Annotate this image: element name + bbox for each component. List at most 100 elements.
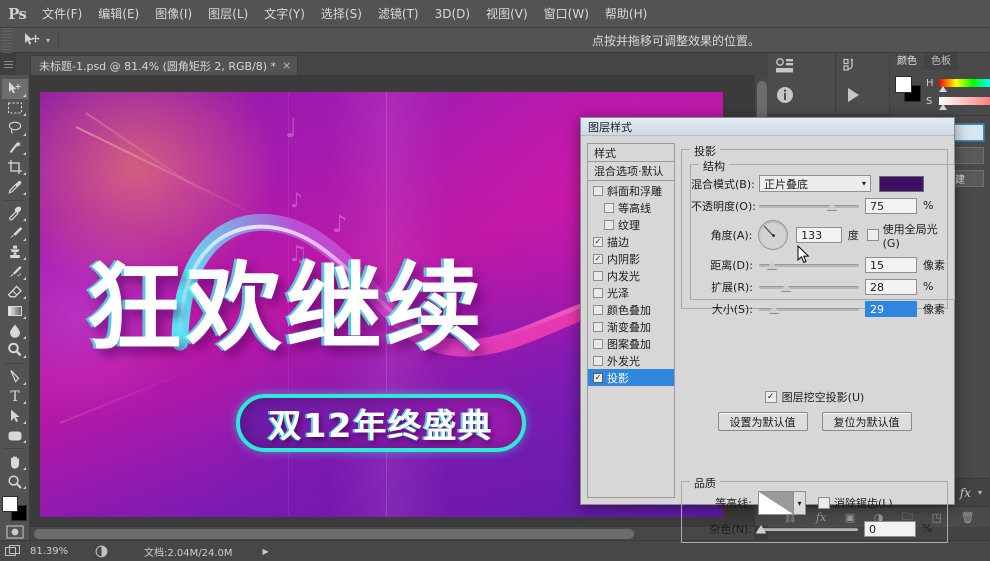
style-drop-shadow[interactable]: ✓ 投影: [588, 369, 674, 386]
opacity-slider-thumb[interactable]: [827, 201, 837, 210]
proof-icon[interactable]: [88, 545, 114, 558]
checkbox[interactable]: ✓: [593, 236, 603, 247]
brush-tool[interactable]: [2, 223, 28, 243]
checkbox[interactable]: [593, 355, 603, 366]
color-panel-foreground-swatch[interactable]: [895, 76, 912, 93]
clone-stamp-tool[interactable]: [2, 243, 28, 263]
menu-layer[interactable]: 图层(L): [200, 0, 256, 28]
layer-style-dialog[interactable]: 图层样式 样式 混合选项·默认 斜面和浮雕 等高线 纹理 ✓ 描边 ✓ 内阴影 内发…: [580, 117, 955, 543]
checkbox[interactable]: [593, 321, 603, 332]
opacity-input[interactable]: 75: [865, 197, 917, 214]
reset-default-button[interactable]: 复位为默认值: [821, 412, 912, 431]
contour-picker[interactable]: ▾: [758, 491, 806, 515]
close-icon[interactable]: ×: [282, 59, 291, 72]
dodge-tool[interactable]: [2, 341, 28, 361]
checkbox[interactable]: [593, 338, 603, 349]
checkbox[interactable]: [593, 185, 603, 196]
type-tool[interactable]: T: [2, 387, 28, 407]
move-tool[interactable]: [1, 79, 28, 99]
screen-mode-icon[interactable]: [0, 544, 26, 558]
checkbox[interactable]: ✓: [593, 253, 603, 264]
checkbox[interactable]: ✓: [593, 372, 603, 383]
gradient-tool[interactable]: [2, 301, 28, 321]
artwork-pill-shape[interactable]: 双12年终盛典: [236, 394, 526, 452]
shadow-color-swatch[interactable]: [879, 175, 924, 192]
saturation-slider-thumb[interactable]: [939, 104, 947, 110]
eyedropper-tool[interactable]: [2, 177, 28, 197]
contour-preview[interactable]: [758, 491, 794, 515]
rounded-rectangle-tool[interactable]: [2, 426, 28, 446]
move-tool-icon[interactable]: [18, 29, 44, 52]
magic-wand-tool[interactable]: [2, 138, 28, 158]
style-satin[interactable]: 光泽: [588, 284, 674, 301]
size-input[interactable]: 29: [865, 300, 917, 317]
distance-slider-thumb[interactable]: [767, 260, 777, 269]
foreground-color-swatch[interactable]: [1, 496, 18, 513]
play-icon[interactable]: [836, 81, 870, 109]
style-stroke[interactable]: ✓ 描边: [588, 233, 674, 250]
healing-brush-tool[interactable]: [2, 203, 28, 223]
set-default-button[interactable]: 设置为默认值: [717, 412, 808, 431]
canvas-horizontal-scrollbar[interactable]: [30, 526, 754, 540]
blend-mode-select[interactable]: 正片叠底 ▾: [759, 175, 871, 192]
checkbox[interactable]: [593, 270, 603, 281]
checkbox[interactable]: [593, 304, 603, 315]
style-inner-shadow[interactable]: ✓ 内阴影: [588, 250, 674, 267]
fx-icon[interactable]: fx: [960, 486, 971, 500]
style-pattern-overlay[interactable]: 图案叠加: [588, 335, 674, 352]
history-icon[interactable]: [836, 53, 870, 81]
style-inner-glow[interactable]: 内发光: [588, 267, 674, 284]
angle-dial[interactable]: [758, 220, 789, 250]
size-slider[interactable]: [759, 302, 859, 316]
style-color-overlay[interactable]: 颜色叠加: [588, 301, 674, 318]
hue-slider[interactable]: [939, 79, 990, 92]
lasso-tool[interactable]: [2, 118, 28, 138]
hand-tool[interactable]: [2, 452, 28, 472]
tool-color-swatches[interactable]: [1, 496, 28, 522]
opacity-slider[interactable]: [759, 199, 859, 213]
canvas-horizontal-scroll-thumb[interactable]: [34, 529, 634, 539]
menu-type[interactable]: 文字(Y): [256, 0, 313, 28]
hue-slider-thumb[interactable]: [939, 86, 947, 92]
style-bevel-emboss[interactable]: 斜面和浮雕: [588, 182, 674, 199]
spread-input[interactable]: 28: [865, 278, 917, 295]
noise-input[interactable]: 0: [864, 520, 916, 537]
distance-input[interactable]: 15: [865, 256, 917, 273]
marquee-tool[interactable]: [2, 99, 28, 119]
tool-preset-chevron-down-icon[interactable]: ▾: [46, 36, 50, 45]
angle-input[interactable]: 133: [796, 227, 842, 243]
adjustments-icon[interactable]: [768, 53, 802, 81]
crop-tool[interactable]: [2, 157, 28, 177]
noise-slider-thumb[interactable]: [756, 524, 766, 533]
menu-3d[interactable]: 3D(D): [427, 0, 478, 28]
chevron-down-icon[interactable]: ▾: [794, 491, 806, 515]
style-outer-glow[interactable]: 外发光: [588, 352, 674, 369]
menu-edit[interactable]: 编辑(E): [90, 0, 147, 28]
trash-icon[interactable]: 🗑: [961, 511, 975, 524]
style-texture[interactable]: 纹理: [588, 216, 674, 233]
menu-window[interactable]: 窗口(W): [536, 0, 597, 28]
blending-options-item[interactable]: 混合选项·默认: [587, 162, 675, 181]
spread-slider[interactable]: [759, 280, 859, 294]
color-panel-swatches[interactable]: [895, 76, 921, 102]
chevron-down-icon[interactable]: ▾: [978, 488, 982, 497]
zoom-tool[interactable]: [2, 472, 28, 492]
info-icon[interactable]: [768, 81, 802, 109]
menu-help[interactable]: 帮助(H): [597, 0, 655, 28]
tab-bar-grip[interactable]: [0, 53, 16, 75]
checkbox[interactable]: [604, 202, 614, 213]
knockout-checkbox[interactable]: ✓: [764, 391, 777, 403]
noise-slider[interactable]: [756, 522, 858, 536]
style-contour[interactable]: 等高线: [588, 199, 674, 216]
chevron-down-icon[interactable]: ▾: [862, 179, 866, 188]
menu-image[interactable]: 图像(I): [147, 0, 200, 28]
use-global-light-checkbox[interactable]: [866, 229, 879, 241]
menu-file[interactable]: 文件(F): [34, 0, 90, 28]
eraser-tool[interactable]: [2, 282, 28, 302]
saturation-slider[interactable]: [939, 97, 990, 110]
menu-filter[interactable]: 滤镜(T): [370, 0, 427, 28]
status-chevron-right-icon[interactable]: ▶: [263, 547, 269, 556]
zoom-level[interactable]: 81.39%: [26, 546, 88, 557]
blur-tool[interactable]: [2, 321, 28, 341]
spread-slider-thumb[interactable]: [781, 282, 791, 291]
